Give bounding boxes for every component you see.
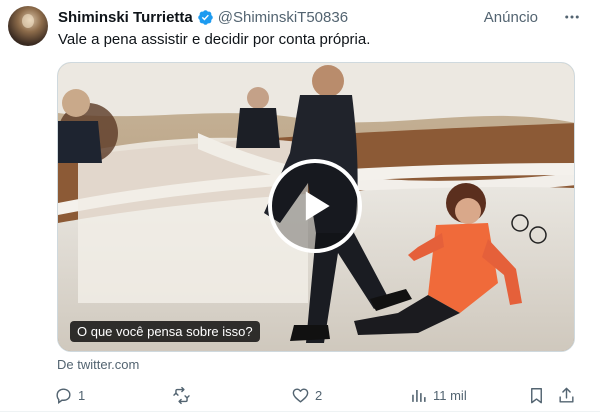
author-display-name[interactable]: Shiminski Turrietta <box>58 9 193 26</box>
retweet-icon <box>173 386 190 404</box>
bookmark-button[interactable] <box>527 382 546 408</box>
source-link[interactable]: De twitter.com <box>57 357 139 372</box>
reply-count: 1 <box>78 387 86 403</box>
video-caption[interactable]: O que você pensa sobre isso? <box>70 321 260 342</box>
retweet-button[interactable] <box>172 382 196 408</box>
more-options-button[interactable] <box>558 5 586 29</box>
play-icon <box>305 191 330 221</box>
views-icon <box>412 389 426 402</box>
share-button[interactable] <box>557 382 576 408</box>
play-button[interactable] <box>268 159 362 253</box>
ad-label: Anúncio <box>483 8 538 26</box>
video-player[interactable]: O que você pensa sobre isso? <box>57 62 575 352</box>
more-horizontal-icon <box>565 15 579 19</box>
tweet-text: Vale a pena assistir e decidir por conta… <box>58 31 371 48</box>
heart-icon <box>292 387 309 403</box>
avatar[interactable] <box>8 6 48 46</box>
reply-button[interactable]: 1 <box>54 382 85 408</box>
bookmark-icon <box>531 387 542 403</box>
share-icon <box>559 387 574 403</box>
tweet-header: Shiminski Turrietta @ShiminskiT50836 Anú… <box>58 7 586 27</box>
tweet-card[interactable]: Shiminski Turrietta @ShiminskiT50836 Anú… <box>0 0 600 412</box>
like-count: 2 <box>315 387 323 403</box>
like-button[interactable]: 2 <box>291 382 322 408</box>
reply-icon <box>56 387 71 404</box>
action-bar: 1 2 11 mil <box>54 382 584 408</box>
views-count: 11 mil <box>433 387 467 403</box>
author-handle[interactable]: @ShiminskiT50836 <box>218 9 348 26</box>
verified-badge-icon <box>198 9 213 25</box>
views-button[interactable]: 11 mil <box>409 382 467 408</box>
